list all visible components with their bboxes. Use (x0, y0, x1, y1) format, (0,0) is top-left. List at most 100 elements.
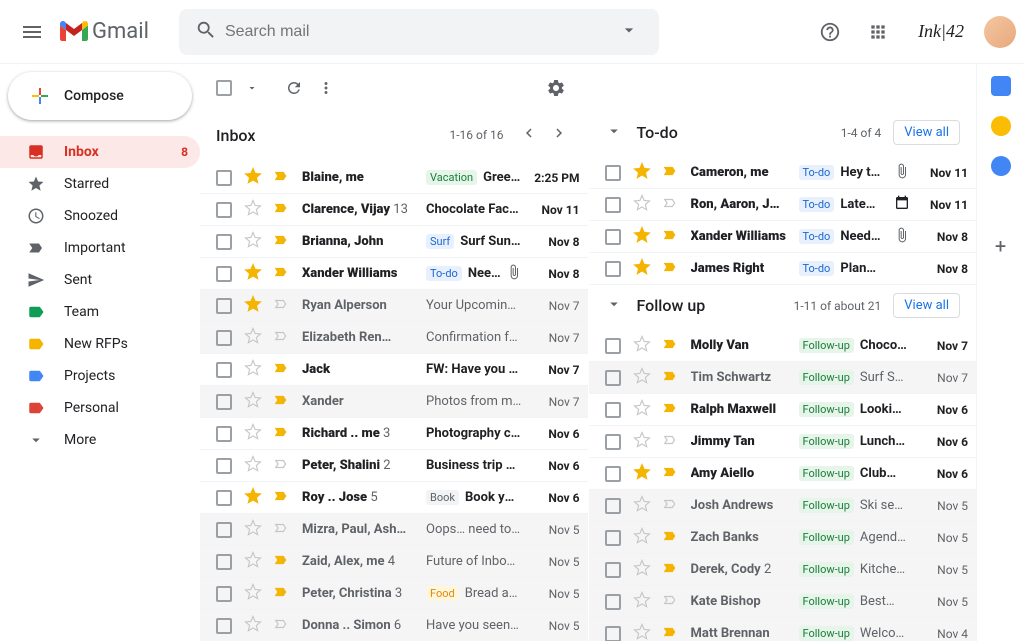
compose-button[interactable]: Compose (8, 72, 192, 120)
sidebar-item-team[interactable]: Team (0, 296, 200, 328)
search-options-dropdown[interactable] (607, 20, 651, 44)
star-button[interactable] (633, 335, 653, 357)
important-marker[interactable] (663, 593, 679, 611)
gmail-logo[interactable]: Gmail (60, 19, 149, 44)
important-marker[interactable] (274, 425, 290, 443)
star-button[interactable] (633, 226, 653, 248)
important-marker[interactable] (663, 401, 679, 419)
star-button[interactable] (244, 327, 264, 349)
email-row[interactable]: Zach Banks Follow-upAgend… Nov 5 (589, 522, 977, 554)
star-button[interactable] (244, 551, 264, 573)
followup-view-all-button[interactable]: View all (893, 293, 960, 318)
collapse-todo-button[interactable] (605, 122, 625, 144)
email-checkbox[interactable] (605, 562, 621, 578)
email-checkbox[interactable] (605, 197, 621, 213)
support-button[interactable] (810, 12, 850, 52)
main-menu-button[interactable] (8, 8, 56, 56)
apps-button[interactable] (858, 12, 898, 52)
next-page-button[interactable] (546, 120, 572, 150)
collapse-followup-button[interactable] (605, 295, 625, 317)
email-row[interactable]: Xander Photos from my r… Nov 7 (200, 386, 588, 418)
email-checkbox[interactable] (216, 426, 232, 442)
important-marker[interactable] (663, 433, 679, 451)
star-button[interactable] (633, 367, 653, 389)
email-checkbox[interactable] (605, 402, 621, 418)
important-marker[interactable] (274, 393, 290, 411)
email-checkbox[interactable] (216, 490, 232, 506)
get-addons-button[interactable]: + (991, 236, 1011, 256)
email-row[interactable]: Donna .. Simon 6 Have you seen th… Nov 5 (200, 610, 588, 641)
star-button[interactable] (244, 199, 264, 221)
important-marker[interactable] (274, 521, 290, 539)
important-marker[interactable] (663, 497, 679, 515)
star-button[interactable] (244, 519, 264, 541)
search-bar[interactable] (179, 9, 659, 55)
keep-addon[interactable] (991, 116, 1011, 136)
star-button[interactable] (244, 583, 264, 605)
important-marker[interactable] (663, 625, 679, 641)
select-all-checkbox[interactable] (216, 80, 232, 96)
star-button[interactable] (633, 399, 653, 421)
email-row[interactable]: Tim Schwartz Follow-upSurf S… Nov 7 (589, 362, 977, 394)
sidebar-item-starred[interactable]: Starred (0, 168, 200, 200)
star-button[interactable] (633, 559, 653, 581)
email-row[interactable]: Elizabeth Ren… Confirmation for… Nov 7 (200, 322, 588, 354)
email-row[interactable]: Derek, Cody 2 Follow-upKitche… Nov 5 (589, 554, 977, 586)
important-marker[interactable] (274, 329, 290, 347)
email-checkbox[interactable] (605, 530, 621, 546)
important-marker[interactable] (663, 196, 679, 214)
settings-button[interactable] (540, 72, 572, 104)
email-row[interactable]: Clarence, Vijay 13 Chocolate Factor… Nov… (200, 194, 588, 226)
important-marker[interactable] (274, 297, 290, 315)
sidebar-item-important[interactable]: Important (0, 232, 200, 264)
important-marker[interactable] (274, 233, 290, 251)
sidebar-item-more[interactable]: More (0, 424, 200, 456)
email-checkbox[interactable] (605, 594, 621, 610)
email-checkbox[interactable] (605, 434, 621, 450)
star-button[interactable] (244, 423, 264, 445)
email-checkbox[interactable] (216, 458, 232, 474)
email-row[interactable]: Xander Williams To-doNeed… Nov 8 (589, 221, 977, 253)
important-marker[interactable] (274, 361, 290, 379)
star-button[interactable] (244, 263, 264, 285)
star-button[interactable] (244, 231, 264, 253)
email-checkbox[interactable] (605, 626, 621, 641)
star-button[interactable] (244, 455, 264, 477)
sidebar-item-personal[interactable]: Personal (0, 392, 200, 424)
star-button[interactable] (633, 162, 653, 184)
email-row[interactable]: Josh Andrews Follow-upSki se… Nov 5 (589, 490, 977, 522)
star-button[interactable] (244, 295, 264, 317)
star-button[interactable] (633, 591, 653, 613)
email-row[interactable]: Mizra, Paul, Ash… Oops… need to re… Nov … (200, 514, 588, 546)
email-checkbox[interactable] (216, 554, 232, 570)
email-checkbox[interactable] (216, 362, 232, 378)
todo-view-all-button[interactable]: View all (893, 120, 960, 145)
email-checkbox[interactable] (216, 170, 232, 186)
email-checkbox[interactable] (605, 370, 621, 386)
prev-page-button[interactable] (516, 120, 542, 150)
email-row[interactable]: Richard .. me 3 Photography clas… Nov 6 (200, 418, 588, 450)
email-row[interactable]: Molly Van Follow-upChoco… Nov 7 (589, 330, 977, 362)
email-checkbox[interactable] (605, 165, 621, 181)
email-checkbox[interactable] (216, 394, 232, 410)
star-button[interactable] (244, 487, 264, 509)
email-row[interactable]: Ralph Maxwell Follow-upLooki… Nov 6 (589, 394, 977, 426)
email-row[interactable]: Brianna, John SurfSurf Sunda… Nov 8 (200, 226, 588, 258)
email-row[interactable]: Ryan Alperson Your Upcoming R… Nov 7 (200, 290, 588, 322)
email-row[interactable]: Ron, Aaron, J… To-doLate… Nov 11 (589, 189, 977, 221)
email-checkbox[interactable] (216, 586, 232, 602)
star-button[interactable] (633, 463, 653, 485)
important-marker[interactable] (663, 228, 679, 246)
email-checkbox[interactable] (216, 298, 232, 314)
star-button[interactable] (633, 495, 653, 517)
email-checkbox[interactable] (216, 266, 232, 282)
calendar-addon[interactable] (991, 76, 1011, 96)
email-checkbox[interactable] (216, 618, 232, 634)
important-marker[interactable] (274, 489, 290, 507)
email-checkbox[interactable] (216, 522, 232, 538)
important-marker[interactable] (663, 561, 679, 579)
email-row[interactable]: James Right To-doPlan… Nov 8 (589, 253, 977, 285)
important-marker[interactable] (663, 529, 679, 547)
email-row[interactable]: Kate Bishop Follow-upBest… Nov 5 (589, 586, 977, 618)
star-button[interactable] (244, 167, 264, 189)
